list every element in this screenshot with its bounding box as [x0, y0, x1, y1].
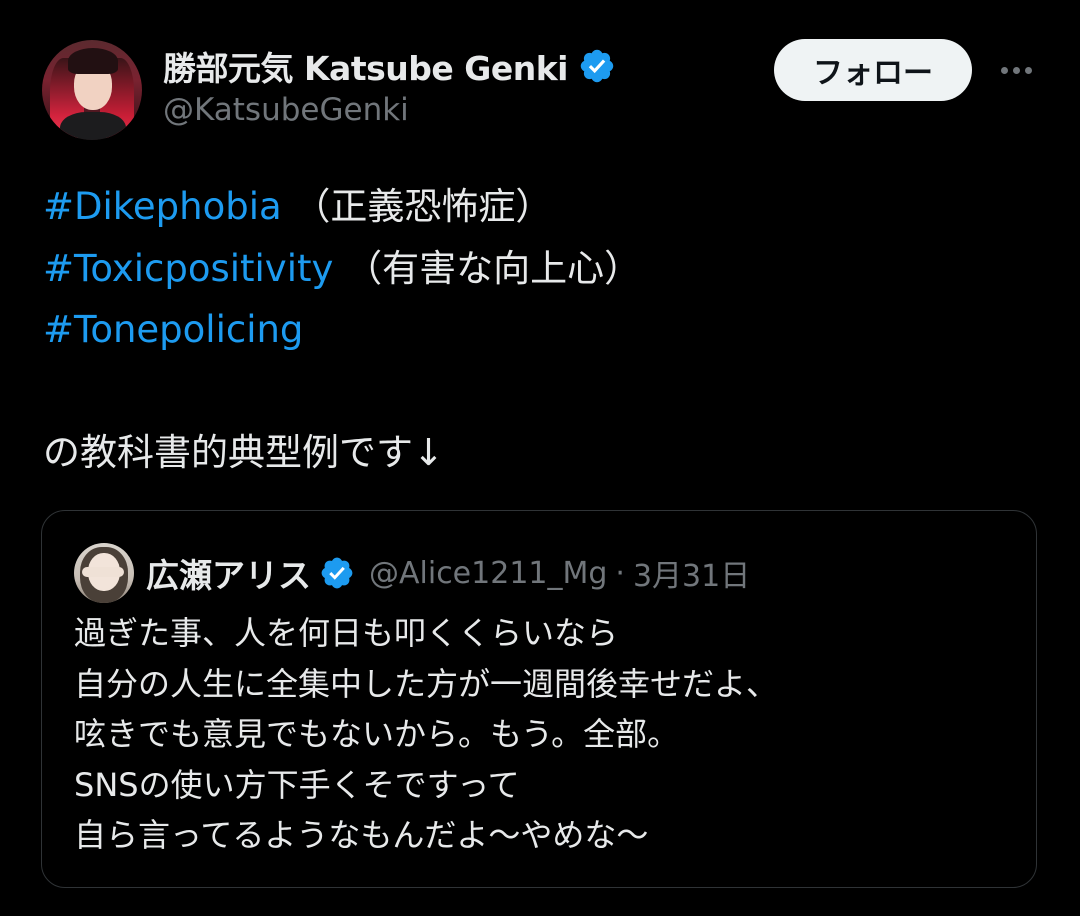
- verified-badge-icon: [580, 49, 614, 83]
- quoted-header: 広瀬アリス @Alice1211_Mg · 3月31日: [146, 549, 750, 597]
- verified-badge-icon: [321, 557, 353, 589]
- more-dot-icon: [1012, 66, 1020, 74]
- quoted-separator: ·: [615, 555, 625, 591]
- quoted-body-line: 呟きでも意見でもないから。もう。全部。: [74, 715, 680, 753]
- quoted-body: 過ぎた事、人を何日も叩くくらいなら 自分の人生に全集中した方が一週間後幸せだよ、…: [74, 608, 1014, 861]
- tweet-body: #Dikephobia （正義恐怖症） #Toxicpositivity （有害…: [43, 176, 1043, 484]
- quoted-avatar-hand: [82, 567, 124, 577]
- body-blank-line: [43, 361, 1043, 423]
- quoted-body-line: 過ぎた事、人を何日も叩くくらいなら: [74, 614, 619, 652]
- quoted-body-line: 自分の人生に全集中した方が一週間後幸せだよ、: [74, 664, 779, 703]
- more-dot-icon: [1024, 66, 1032, 74]
- quoted-tweet[interactable]: 広瀬アリス @Alice1211_Mg · 3月31日 過ぎた事、人を何日も叩く…: [41, 510, 1037, 888]
- more-options-button[interactable]: [996, 54, 1036, 86]
- quoted-author-avatar[interactable]: [74, 543, 134, 603]
- quoted-date[interactable]: 3月31日: [633, 551, 750, 595]
- follow-button[interactable]: フォロー: [774, 39, 972, 101]
- avatar-bangs: [68, 48, 118, 74]
- body-line: #Dikephobia （正義恐怖症）: [43, 176, 1043, 238]
- quoted-handle[interactable]: @Alice1211_Mg: [369, 556, 607, 591]
- more-dot-icon: [1000, 66, 1008, 74]
- author-display-name[interactable]: 勝部元気 Katsube Genki: [163, 42, 568, 90]
- body-line: #Toxicpositivity （有害な向上心）: [43, 238, 1043, 300]
- quoted-display-name[interactable]: 広瀬アリス: [146, 549, 311, 597]
- author-avatar[interactable]: [42, 40, 142, 140]
- tweet: 勝部元気 Katsube Genki @KatsubeGenki フォロー #D…: [0, 0, 1080, 916]
- quoted-body-line: SNSの使い方下手くそですって: [74, 765, 520, 804]
- body-line-text: （正義恐怖症）: [281, 185, 553, 228]
- hashtag-link[interactable]: #Toxicpositivity: [43, 247, 333, 290]
- author-name-row: 勝部元気 Katsube Genki: [163, 40, 616, 92]
- avatar-body: [60, 112, 126, 140]
- hashtag-link[interactable]: #Dikephobia: [43, 185, 282, 228]
- body-line: #Tonepolicing: [43, 299, 1043, 361]
- author-handle[interactable]: @KatsubeGenki: [163, 92, 409, 128]
- body-line-text: （有害な向上心）: [333, 246, 642, 290]
- quoted-body-line: 自ら言ってるようなもんだよ〜やめな〜: [74, 816, 649, 854]
- hashtag-link[interactable]: #Tonepolicing: [43, 308, 303, 351]
- body-closing-line: の教科書的典型例です↓: [43, 431, 445, 474]
